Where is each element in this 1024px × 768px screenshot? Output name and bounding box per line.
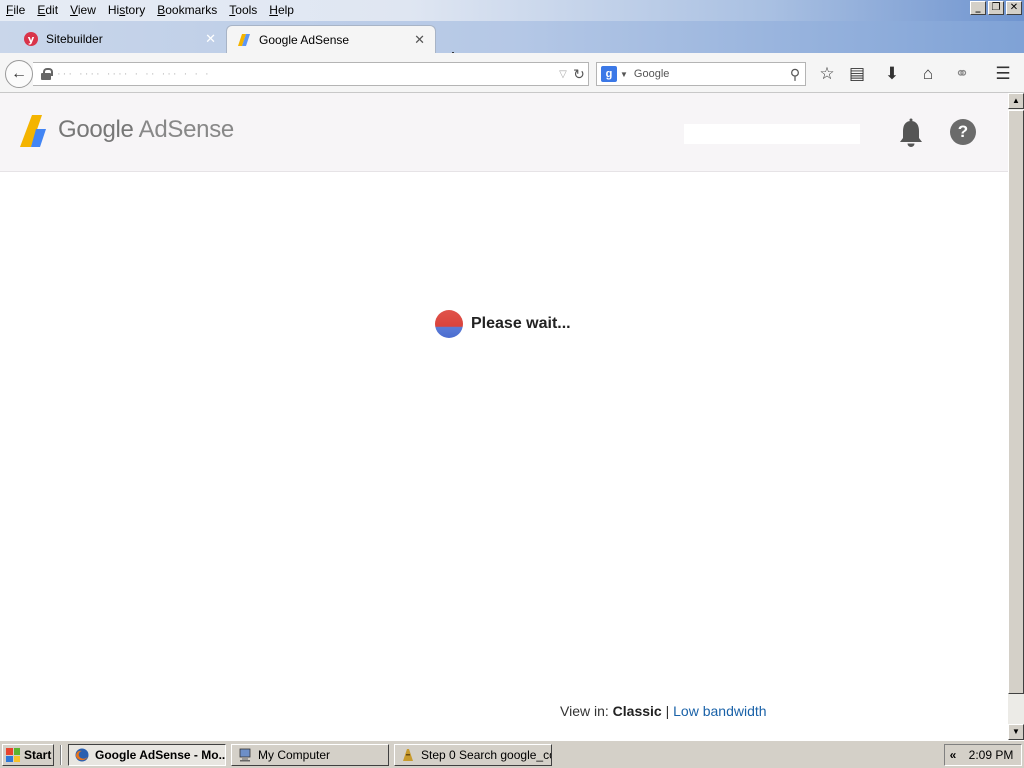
- close-icon[interactable]: ✕: [205, 31, 216, 47]
- google-search-engine-icon[interactable]: g: [601, 66, 617, 82]
- menu-history[interactable]: History: [102, 0, 151, 21]
- view-in-links: View in: Classic | Low bandwidth: [560, 703, 767, 719]
- search-input[interactable]: Google: [634, 68, 785, 80]
- view-classic-label: Classic: [612, 703, 662, 719]
- dropdown-arrow-icon[interactable]: ▽: [556, 69, 570, 80]
- task-step-0[interactable]: Step 0 Search google_co...: [394, 744, 552, 766]
- adsense-logo-icon[interactable]: [19, 115, 51, 147]
- tab-strip: y Sitebuilder ✕ Google AdSense ✕ +: [0, 21, 1024, 66]
- arrow-left-icon: ←: [11, 65, 27, 82]
- back-button[interactable]: ←: [5, 60, 33, 88]
- notepad-icon: [403, 749, 413, 761]
- nav-toolbar: ← ··· ···· ···· · ·· ··· · · · ▽ ↻ g ▼ G…: [0, 53, 1024, 93]
- my-computer-icon: [239, 748, 251, 762]
- reading-list-icon[interactable]: ▤: [846, 63, 868, 85]
- reload-icon[interactable]: ↻: [570, 66, 588, 83]
- svg-text:y: y: [28, 35, 35, 46]
- help-icon[interactable]: ?: [950, 119, 976, 145]
- hamburger-menu-icon[interactable]: ☰: [992, 63, 1014, 85]
- tray-expand-icon[interactable]: «: [945, 748, 961, 762]
- task-firefox[interactable]: Google AdSense - Mo...: [68, 744, 226, 766]
- tab-sitebuilder[interactable]: y Sitebuilder ✕: [14, 25, 226, 53]
- tab-google-adsense[interactable]: Google AdSense ✕: [226, 25, 436, 53]
- download-icon[interactable]: ⬇: [881, 63, 903, 85]
- menu-tools[interactable]: Tools: [223, 0, 263, 21]
- url-text[interactable]: ··· ···· ···· · ·· ··· · · ·: [57, 68, 556, 80]
- clock[interactable]: 2:09 PM: [961, 748, 1021, 762]
- scroll-down-icon[interactable]: ▼: [1008, 724, 1024, 740]
- restore-icon[interactable]: ❐: [988, 1, 1004, 15]
- windows-logo-icon: [6, 748, 20, 762]
- menu-file[interactable]: File: [0, 0, 31, 21]
- loading-text: Please wait...: [471, 315, 571, 332]
- menu-view[interactable]: View: [64, 0, 102, 21]
- tab-title: Sitebuilder: [46, 32, 103, 46]
- search-bar[interactable]: g ▼ Google ⚲: [596, 62, 806, 86]
- menu-bookmarks[interactable]: Bookmarks: [151, 0, 223, 21]
- adsense-header: Google AdSense ?: [0, 93, 1008, 172]
- bell-icon[interactable]: [898, 118, 924, 148]
- url-bar[interactable]: ··· ···· ···· · ·· ··· · · · ▽ ↻: [33, 62, 589, 86]
- window-controls: _ ❐ ✕: [970, 1, 1022, 15]
- firefox-icon: [75, 748, 89, 762]
- taskbar-separator: [60, 745, 62, 765]
- tab-title: Google AdSense: [259, 32, 350, 47]
- home-icon[interactable]: ⌂: [917, 63, 939, 85]
- account-placeholder: [684, 124, 860, 144]
- page-viewport: Google AdSense ? Please wait... View in:…: [0, 93, 1008, 740]
- adsense-logo-text[interactable]: Google AdSense: [58, 116, 234, 144]
- task-my-computer[interactable]: My Computer: [231, 744, 389, 766]
- view-in-label: View in:: [560, 703, 609, 719]
- lock-icon: [41, 68, 53, 80]
- close-window-icon[interactable]: ✕: [1006, 1, 1022, 15]
- sitebuilder-icon: y: [24, 32, 38, 46]
- minimize-icon[interactable]: _: [970, 1, 986, 15]
- adsense-icon: [238, 33, 250, 46]
- vertical-scrollbar[interactable]: ▲ ▼: [1008, 93, 1024, 740]
- extension-icon[interactable]: ⚭: [951, 63, 973, 85]
- bookmark-star-icon[interactable]: ☆: [816, 63, 838, 85]
- low-bandwidth-link[interactable]: Low bandwidth: [673, 703, 766, 719]
- taskbar: Start Google AdSense - Mo... My Computer…: [0, 740, 1024, 768]
- loading-indicator: Please wait...: [435, 310, 571, 338]
- view-separator: |: [665, 703, 670, 719]
- search-icon[interactable]: ⚲: [785, 66, 805, 83]
- scroll-thumb[interactable]: [1008, 110, 1024, 694]
- start-button[interactable]: Start: [2, 744, 54, 766]
- menu-edit[interactable]: Edit: [31, 0, 64, 21]
- menu-help[interactable]: Help: [263, 0, 300, 21]
- system-tray: « 2:09 PM: [944, 744, 1022, 766]
- menu-bar: File Edit View History Bookmarks Tools H…: [0, 0, 1024, 21]
- close-icon[interactable]: ✕: [414, 32, 425, 48]
- scroll-up-icon[interactable]: ▲: [1008, 93, 1024, 109]
- chevron-down-icon[interactable]: ▼: [620, 70, 628, 79]
- loading-spinner-icon: [435, 310, 463, 338]
